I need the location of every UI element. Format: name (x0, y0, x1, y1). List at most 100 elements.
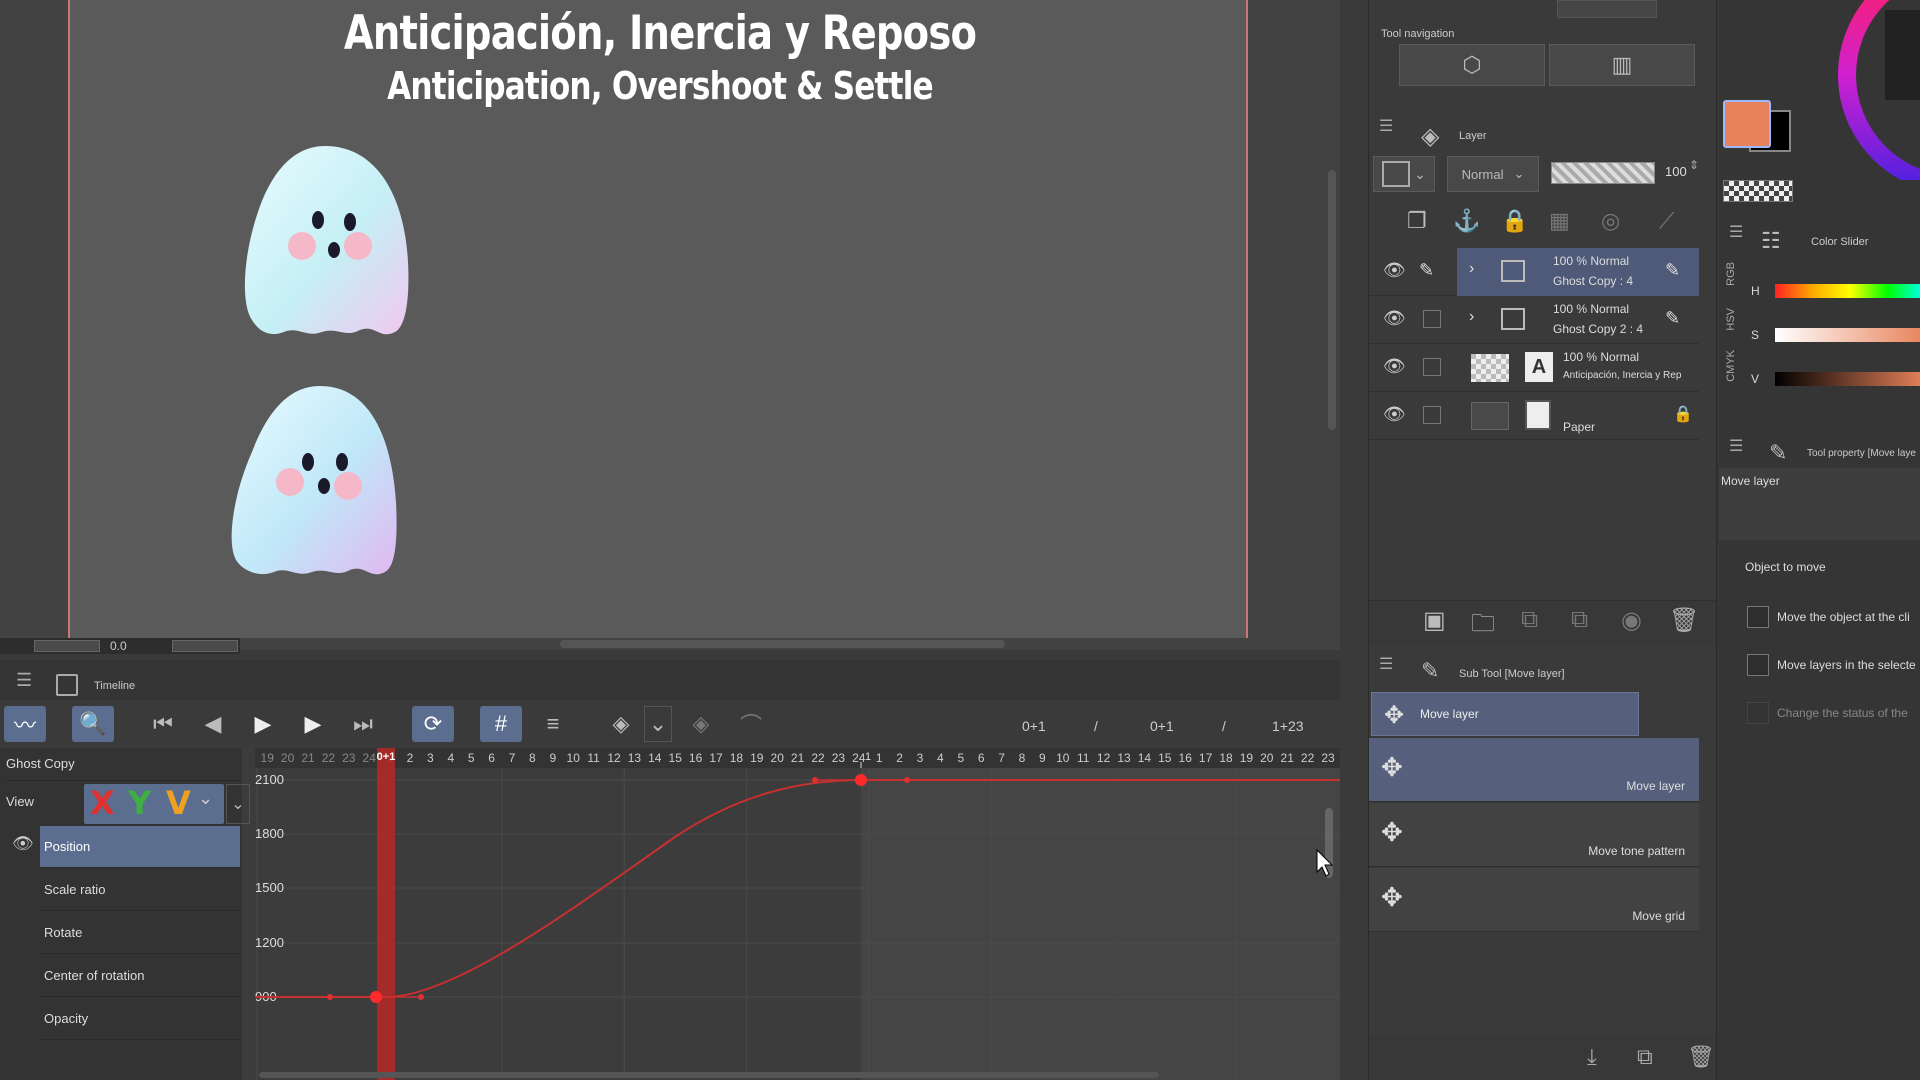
light-table-icon[interactable]: ≡ (532, 706, 574, 742)
layer-select-checkbox[interactable] (1423, 310, 1441, 328)
color-tab-hsv[interactable]: HSV (1725, 308, 1737, 331)
lock-icon[interactable]: 🔒 (1501, 208, 1528, 234)
value-slider[interactable] (1775, 372, 1920, 386)
object-selection-cube-icon[interactable]: ⬡ (1399, 44, 1545, 86)
move-object-at-click-checkbox[interactable] (1747, 606, 1769, 628)
view-dropdown-chevron-icon[interactable]: ⌄ (226, 784, 250, 824)
axis-x-toggle[interactable]: X (90, 784, 115, 822)
frame-number-label: 21 (301, 751, 315, 765)
transfer-layer-icon[interactable]: ⧉ (1521, 606, 1538, 634)
visibility-eye-icon[interactable]: 👁 (1383, 404, 1406, 425)
ruler-icon[interactable]: ⟋ (1659, 208, 1674, 234)
canvas-navigation-strip[interactable]: 0.0 (0, 638, 240, 654)
layer-panel-menu-icon[interactable]: ☰ (1379, 116, 1393, 136)
saturation-slider[interactable] (1775, 328, 1920, 342)
edit-lock-icon[interactable]: ✎ (1665, 308, 1680, 329)
y-tick-label: 2100 (255, 772, 284, 787)
expand-chevron-icon[interactable]: › (1469, 308, 1474, 326)
color-tab-rgb[interactable]: RGB (1725, 262, 1737, 286)
previous-frame-icon[interactable]: ◀ (192, 706, 234, 742)
subtool-tab-move-layer[interactable]: ✥ Move layer (1371, 692, 1639, 736)
layer-row[interactable]: 👁 ✎ › 100 % Normal Ghost Copy : 4 ✎ (1369, 248, 1699, 296)
mask-icon[interactable]: ◎ (1601, 208, 1620, 234)
main-color-swatch[interactable] (1723, 100, 1771, 148)
blend-mode-select[interactable]: Normal ⌄ (1447, 156, 1539, 192)
color-panel-menu-icon[interactable]: ☰ (1729, 222, 1743, 242)
canvas-horizontal-scrollbar[interactable] (560, 640, 1005, 648)
layer-select-checkbox[interactable] (1423, 406, 1441, 424)
canvas-vertical-scrollbar[interactable] (1328, 170, 1336, 430)
property-rotate[interactable]: Rotate (40, 912, 240, 954)
paper-layer-icon (1525, 400, 1551, 430)
transparent-color-swatch[interactable] (1723, 180, 1793, 202)
axis-dropdown-chevron-icon[interactable]: ⌄ (198, 788, 213, 809)
lock-icon[interactable]: 🔒 (1673, 404, 1693, 424)
new-folder-icon[interactable]: 🗀 (1471, 606, 1495, 647)
subtool-move-tone-pattern[interactable]: ✥ Move tone pattern (1369, 803, 1699, 867)
visibility-eye-icon[interactable]: 👁 (1383, 356, 1406, 377)
expand-chevron-icon[interactable]: › (1469, 260, 1474, 278)
loop-playback-button[interactable]: ⟳ (412, 706, 454, 742)
visibility-eye-icon[interactable]: 👁 (1383, 260, 1406, 281)
opacity-stepper-icon[interactable]: ⇕ (1689, 158, 1699, 172)
keyframe-icon[interactable]: ◈ (600, 706, 642, 742)
delete-subtool-icon[interactable]: 🗑 (1687, 1044, 1715, 1070)
tool-property-menu-icon[interactable]: ☰ (1729, 436, 1743, 456)
reference-layer-icon[interactable]: ⚓ (1453, 208, 1480, 234)
combine-layer-icon[interactable]: ⧉ (1571, 606, 1588, 634)
second-section-bg (861, 768, 1340, 1080)
subtool-move-grid[interactable]: ✥ Move grid (1369, 868, 1699, 932)
keyframe-dropdown-chevron-icon[interactable]: ⌄ (644, 706, 672, 742)
graph-view-button[interactable]: 〰 (4, 706, 46, 742)
property-center-of-rotation[interactable]: Center of rotation (40, 955, 240, 997)
hue-slider[interactable] (1775, 284, 1920, 298)
handle-point (904, 777, 910, 783)
color-wheel[interactable] (1827, 0, 1920, 180)
visibility-eye-icon[interactable]: 👁 (1383, 308, 1406, 329)
property-scale-ratio[interactable]: Scale ratio (40, 869, 240, 911)
layer-row[interactable]: 👁 Paper 🔒 (1369, 392, 1699, 440)
zoom-search-button[interactable]: 🔍 (72, 706, 114, 742)
frame-number-label: 19 (750, 751, 764, 765)
layer-row[interactable]: 👁 › 100 % Normal Ghost Copy 2 : 4 ✎ (1369, 296, 1699, 344)
canvas-area[interactable]: Anticipación, Inercia y Reposo Anticipat… (0, 0, 1340, 654)
top-toolbar-strip[interactable] (1557, 0, 1657, 18)
layer-opacity-slider[interactable] (1551, 162, 1655, 184)
keyframe-delete-icon[interactable]: ◈ (680, 706, 722, 742)
clip-layer-icon[interactable]: ❐ (1407, 208, 1427, 234)
edit-lock-icon[interactable]: ✎ (1665, 260, 1680, 281)
create-mask-icon[interactable]: ◉ (1621, 606, 1642, 635)
import-subtool-icon[interactable]: ⤓ (1587, 1044, 1597, 1070)
axis-y-toggle[interactable]: Y (128, 784, 151, 822)
property-position[interactable]: Position (40, 826, 240, 868)
property-visibility-eye-icon[interactable]: 👁 (12, 834, 34, 854)
layer-color-dropdown[interactable]: ⌄ (1373, 156, 1435, 192)
new-raster-layer-icon[interactable]: ▣ (1423, 606, 1446, 635)
canvas-page[interactable]: Anticipación, Inercia y Reposo Anticipat… (68, 0, 1248, 638)
last-frame-icon[interactable]: ⏭ (342, 706, 384, 742)
next-frame-icon[interactable]: ▶ (292, 706, 334, 742)
panel-layout-icon[interactable]: ▥ (1549, 44, 1695, 86)
onion-skin-button[interactable]: # (480, 706, 522, 742)
change-status-checkbox[interactable] (1747, 702, 1769, 724)
frame-number-label: 13 (1117, 751, 1131, 765)
play-icon[interactable]: ▶ (242, 706, 284, 742)
color-tab-cmyk[interactable]: CMYK (1725, 350, 1737, 382)
frame-number-label: 9 (549, 751, 556, 765)
delete-layer-icon[interactable]: 🗑 (1669, 606, 1699, 635)
curve-icon[interactable]: ⌒ (730, 706, 772, 742)
layer-row[interactable]: 👁 A 100 % Normal Anticipación, Inercia y… (1369, 344, 1699, 392)
subtool-move-layer[interactable]: ✥ Move layer (1369, 738, 1699, 802)
first-frame-icon[interactable]: ⏮ (142, 706, 184, 742)
panel-menu-icon[interactable]: ☰ (16, 670, 32, 691)
lock-transparency-icon[interactable]: ▦ (1549, 208, 1570, 234)
property-opacity[interactable]: Opacity (40, 998, 240, 1040)
playhead-label: 0+1 (377, 751, 396, 763)
animation-graph[interactable]: 1920212223241234567891011121314151617181… (255, 748, 1340, 1080)
layer-select-checkbox[interactable] (1423, 358, 1441, 376)
tool-property-label: Tool property [Move laye (1807, 448, 1916, 459)
axis-v-toggle[interactable]: V (166, 784, 191, 822)
duplicate-subtool-icon[interactable]: ⧉ (1637, 1044, 1653, 1070)
subtool-panel-menu-icon[interactable]: ☰ (1379, 654, 1393, 674)
move-layers-in-selection-checkbox[interactable] (1747, 654, 1769, 676)
